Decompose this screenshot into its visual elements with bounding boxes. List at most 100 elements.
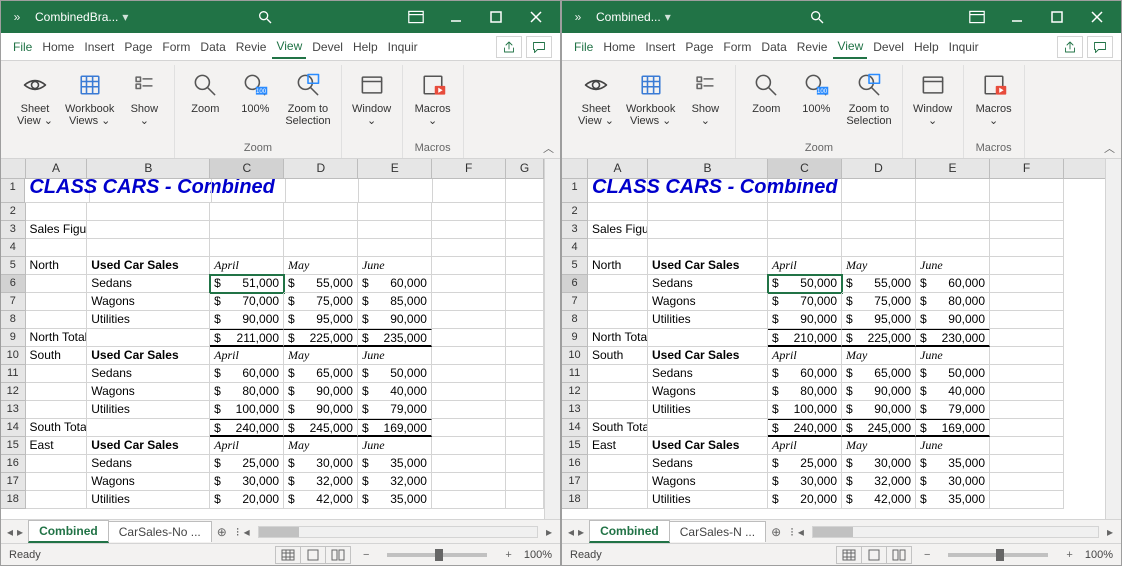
col-header-B[interactable]: B — [87, 159, 210, 178]
ribbon-tab-revie[interactable]: Revie — [793, 36, 832, 58]
row-header-9[interactable]: 9 — [1, 329, 26, 347]
quick-access-more-icon[interactable]: » — [9, 9, 25, 25]
filename[interactable]: CombinedBra... ▾ — [29, 10, 134, 24]
ribbon-tab-insert[interactable]: Insert — [641, 36, 679, 58]
cell-B16[interactable]: Sedans — [648, 455, 768, 473]
cell-F13[interactable] — [990, 401, 1064, 419]
cell-D6[interactable]: $55,000 — [842, 275, 916, 293]
share-button[interactable] — [1057, 36, 1083, 58]
ribbon-tab-data[interactable]: Data — [757, 36, 790, 58]
ribbon-btn-window[interactable]: Window ⌄ — [348, 65, 396, 131]
cell-B2[interactable] — [648, 203, 768, 221]
row-header-14[interactable]: 14 — [562, 419, 588, 437]
cell-F2[interactable] — [990, 203, 1064, 221]
cell-F12[interactable] — [990, 383, 1064, 401]
cell-E6[interactable]: $60,000 — [916, 275, 990, 293]
spreadsheet-grid[interactable]: ABCDEFG1CLASS CARS - Combined23Sales Fig… — [1, 159, 560, 565]
cell-A11[interactable] — [26, 365, 88, 383]
cell-B13[interactable]: Utilities — [87, 401, 210, 419]
sheet-tab-1[interactable]: CarSales-N ... — [669, 521, 766, 542]
cell-A11[interactable] — [588, 365, 648, 383]
cell-E14[interactable]: $169,000 — [916, 419, 990, 437]
col-header-E[interactable]: E — [916, 159, 990, 178]
cell-C2[interactable] — [768, 203, 842, 221]
ribbon-tab-home[interactable]: Home — [599, 36, 639, 58]
cell-B1[interactable] — [648, 179, 768, 203]
ribbon-btn-zoomsel[interactable]: Zoom to Selection — [281, 65, 334, 131]
cell-C2[interactable] — [210, 203, 284, 221]
cell-G7[interactable] — [506, 293, 544, 311]
row-header-13[interactable]: 13 — [1, 401, 26, 419]
view-page-break-icon[interactable] — [325, 546, 351, 564]
cell-C13[interactable]: $100,000 — [768, 401, 842, 419]
cell-B9[interactable] — [87, 329, 210, 347]
cell-B17[interactable]: Wagons — [87, 473, 210, 491]
cell-A4[interactable] — [588, 239, 648, 257]
sheet-tab-0[interactable]: Combined — [28, 520, 109, 543]
cell-D17[interactable]: $32,000 — [284, 473, 358, 491]
cell-A17[interactable] — [26, 473, 88, 491]
cell-B7[interactable]: Wagons — [648, 293, 768, 311]
cell-A14[interactable]: South Total — [588, 419, 648, 437]
cell-E9[interactable]: $235,000 — [358, 329, 432, 347]
cell-F7[interactable] — [990, 293, 1064, 311]
cell-B6[interactable]: Sedans — [648, 275, 768, 293]
cell-B3[interactable] — [87, 221, 210, 239]
cell-E9[interactable]: $230,000 — [916, 329, 990, 347]
row-header-8[interactable]: 8 — [562, 311, 588, 329]
cell-A7[interactable] — [588, 293, 648, 311]
cell-C10[interactable]: April — [210, 347, 284, 365]
cell-F3[interactable] — [432, 221, 506, 239]
cell-D4[interactable] — [284, 239, 358, 257]
cell-G17[interactable] — [506, 473, 544, 491]
cell-G2[interactable] — [506, 203, 544, 221]
zoom-slider[interactable] — [387, 553, 487, 557]
cell-C6[interactable]: $50,000 — [768, 275, 842, 293]
cell-F9[interactable] — [432, 329, 506, 347]
cell-B9[interactable] — [648, 329, 768, 347]
row-header-3[interactable]: 3 — [562, 221, 588, 239]
cell-D9[interactable]: $225,000 — [284, 329, 358, 347]
cell-B14[interactable] — [87, 419, 210, 437]
ribbon-btn-show[interactable]: Show ⌄ — [681, 65, 729, 131]
cell-D17[interactable]: $32,000 — [842, 473, 916, 491]
col-header-D[interactable]: D — [842, 159, 916, 178]
row-header-5[interactable]: 5 — [562, 257, 588, 275]
col-header-A[interactable]: A — [26, 159, 88, 178]
cell-C18[interactable]: $20,000 — [210, 491, 284, 509]
ribbon-tab-devel[interactable]: Devel — [308, 36, 347, 58]
row-header-3[interactable]: 3 — [1, 221, 26, 239]
row-header-13[interactable]: 13 — [562, 401, 588, 419]
row-header-2[interactable]: 2 — [562, 203, 588, 221]
filename[interactable]: Combined... ▾ — [590, 10, 677, 24]
cell-C5[interactable]: April — [768, 257, 842, 275]
close-button[interactable] — [1077, 2, 1117, 32]
view-normal-icon[interactable] — [836, 546, 862, 564]
cell-F11[interactable] — [432, 365, 506, 383]
cell-A1[interactable]: CLASS CARS - Combined — [25, 179, 90, 203]
cell-G16[interactable] — [506, 455, 544, 473]
cell-B12[interactable]: Wagons — [648, 383, 768, 401]
cell-D18[interactable]: $42,000 — [842, 491, 916, 509]
cell-F14[interactable] — [432, 419, 506, 437]
cell-F4[interactable] — [990, 239, 1064, 257]
cell-D2[interactable] — [284, 203, 358, 221]
cell-C1[interactable] — [212, 179, 285, 203]
cell-D1[interactable] — [842, 179, 916, 203]
cell-E17[interactable]: $30,000 — [916, 473, 990, 491]
cell-B18[interactable]: Utilities — [648, 491, 768, 509]
ribbon-btn-macros[interactable]: Macros ⌄ — [409, 65, 457, 131]
cell-C16[interactable]: $25,000 — [210, 455, 284, 473]
row-header-1[interactable]: 1 — [1, 179, 25, 203]
cell-E13[interactable]: $79,000 — [916, 401, 990, 419]
cell-C10[interactable]: April — [768, 347, 842, 365]
cell-D11[interactable]: $65,000 — [842, 365, 916, 383]
cell-F5[interactable] — [432, 257, 506, 275]
cell-F6[interactable] — [432, 275, 506, 293]
cell-F15[interactable] — [432, 437, 506, 455]
ribbon-btn-zoomsel[interactable]: Zoom to Selection — [842, 65, 895, 131]
cell-F6[interactable] — [990, 275, 1064, 293]
cell-F17[interactable] — [432, 473, 506, 491]
comments-button[interactable] — [1087, 36, 1113, 58]
cell-C9[interactable]: $211,000 — [210, 329, 284, 347]
